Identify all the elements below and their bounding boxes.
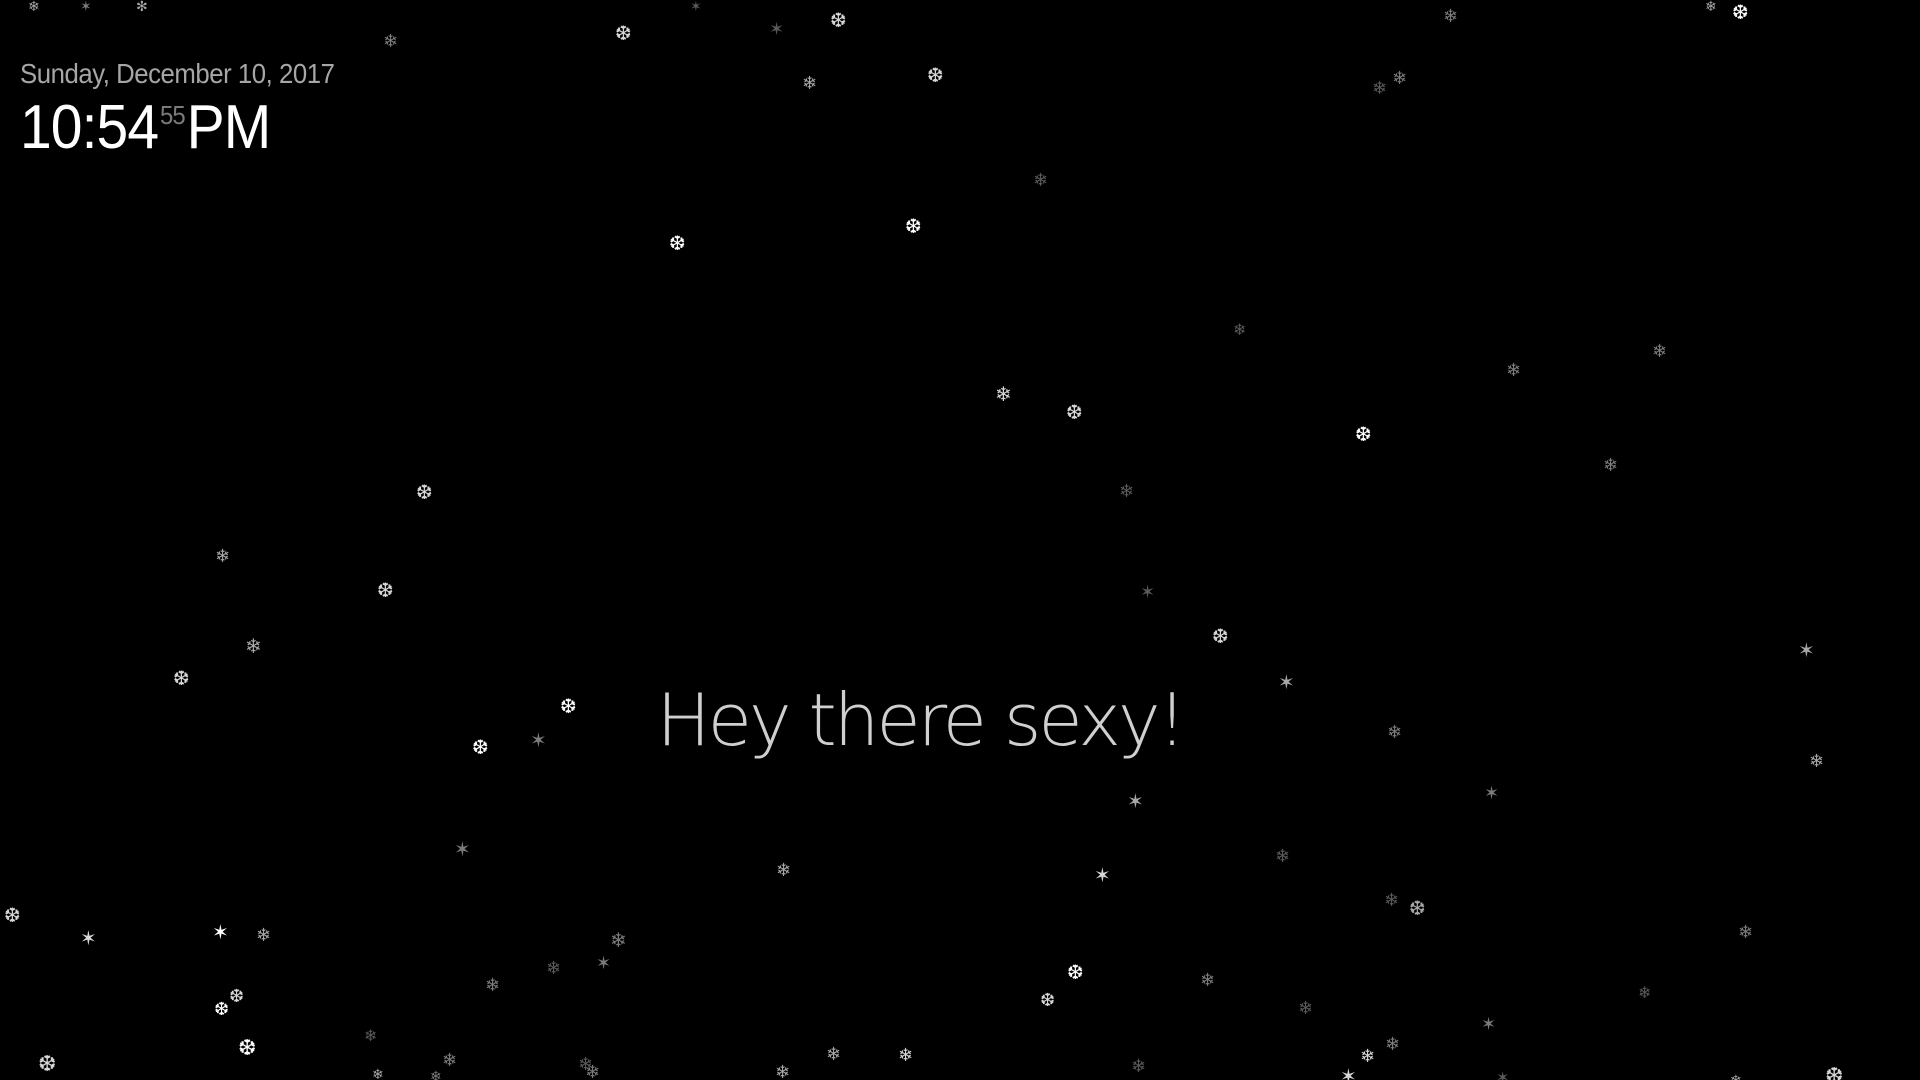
snowflake-icon: ✶ — [80, 0, 92, 15]
snowflake-icon: ❄ — [383, 31, 399, 52]
snowflake-icon: ✶ — [1140, 582, 1156, 603]
snowflake-icon: ✶ — [1496, 1068, 1510, 1080]
snowflake-icon: ❄ — [776, 860, 792, 881]
snowflake-icon: ❄ — [364, 1026, 378, 1045]
snowflake-icon: ❆ — [377, 578, 394, 602]
snowflake-icon: ✶ — [80, 926, 97, 950]
snowflake-icon: ❄ — [372, 1067, 384, 1080]
snowflake-icon: ❄ — [1443, 6, 1459, 27]
clock-date: Sunday, December 10, 2017 — [20, 58, 335, 89]
clock-period: PM — [186, 93, 272, 162]
snowflake-icon: ❆ — [38, 1052, 57, 1077]
snowflake-icon: ❄ — [1200, 970, 1216, 991]
snowflake-icon: ❄ — [1738, 922, 1754, 943]
snowflake-icon: ✻ — [136, 0, 148, 15]
snowflake-icon: ✶ — [1798, 638, 1815, 662]
snowflake-icon: ❄ — [1384, 890, 1400, 911]
snowflake-icon: ❄ — [1638, 983, 1652, 1002]
snowflake-icon: ❆ — [1067, 960, 1084, 984]
snowflake-icon: ✶ — [212, 920, 229, 944]
snowflake-icon: ❆ — [1825, 1064, 1844, 1080]
snowflake-icon: ❆ — [416, 480, 433, 504]
snowflake-icon: ❄ — [215, 546, 231, 567]
snowflake-icon: ❄ — [442, 1050, 458, 1071]
snowflake-icon: ❄ — [610, 928, 627, 952]
snowflake-icon: ❄ — [1360, 1046, 1376, 1067]
clock-module: Sunday, December 10, 2017 10:5455PM — [20, 58, 362, 163]
snowflake-icon: ❆ — [927, 63, 944, 87]
snowflake-icon: ✶ — [1340, 1064, 1357, 1080]
snowflake-icon: ❆ — [1212, 624, 1229, 648]
snowflake-icon: ❆ — [1409, 896, 1426, 920]
snowflake-icon: ❄ — [485, 975, 501, 996]
snowflake-icon: ❄ — [1392, 68, 1408, 89]
snowflake-icon: ❄ — [1131, 1056, 1147, 1077]
snowflake-icon: ❄ — [1372, 78, 1388, 99]
snowflake-icon: ✶ — [454, 837, 471, 861]
clock-seconds: 55 — [159, 100, 186, 130]
snowflake-icon: ❄ — [898, 1045, 914, 1066]
snowflake-icon: ❄ — [1298, 998, 1314, 1019]
snowflake-icon: ❆ — [830, 8, 847, 32]
snowflake-icon: ❆ — [4, 903, 21, 927]
snowflake-icon: ❆ — [1355, 422, 1372, 446]
clock-time: 10:5455PM — [20, 92, 335, 163]
snowflake-icon: ❆ — [1732, 0, 1749, 24]
snowflake-icon: ✶ — [1094, 863, 1111, 887]
snowflake-icon: ❄ — [245, 634, 262, 658]
snowflake-icon: ❆ — [1040, 990, 1056, 1011]
snowflake-icon: ❄ — [1730, 1074, 1742, 1080]
snowflake-icon: ❄ — [28, 0, 40, 15]
snowflake-icon: ❄ — [826, 1044, 842, 1065]
snowflake-icon: ✶ — [1127, 789, 1144, 813]
snowflake-icon: ✶ — [769, 19, 785, 40]
mirror-screen: ❄ ✶ ✻ ✶ ❄ ❄ ❆ ✶ ❆ ❄ ❆ ❄ ❆ ❄ ❄ ❄ ❆ ❆ ❄ ❄ ❄ ❄ ❆ ❆ ❄ ❆ ❄ ❄ ❆ ✶ ❆ ✶ ✶ ❄ ❆ ❆ ✶ ❆ ❄ ❄… — [0, 0, 1920, 1080]
snowflake-icon: ❄ — [1506, 360, 1522, 381]
snowflake-icon: ❄ — [1233, 320, 1247, 339]
snowflake-icon: ✶ — [1484, 783, 1500, 804]
snowflake-icon: ❄ — [1603, 455, 1619, 476]
snowflake-icon: ❆ — [905, 214, 922, 238]
snowflake-icon: ❆ — [669, 231, 686, 255]
snowflake-icon: ❄ — [546, 958, 562, 979]
snowflake-icon: ❄ — [1119, 481, 1135, 502]
snowflake-icon: ✶ — [596, 953, 612, 974]
snowflake-icon: ❄ — [995, 382, 1012, 406]
snowflake-icon: ❆ — [229, 986, 245, 1007]
snowflake-icon: ❄ — [1705, 0, 1717, 15]
snowflake-icon: ❄ — [585, 1062, 601, 1080]
snowflake-icon: ❄ — [256, 925, 272, 946]
snowflake-icon: ❄ — [1652, 341, 1668, 362]
clock-hours-minutes: 10:54 — [20, 93, 159, 162]
snowflake-icon: ❄ — [802, 73, 818, 94]
snowflake-icon: ❆ — [214, 999, 230, 1020]
snowflake-icon: ✶ — [1481, 1014, 1497, 1035]
snowflake-icon: ❆ — [1066, 400, 1083, 424]
snowflake-icon: ❄ — [1275, 846, 1291, 867]
snowflake-icon: ❆ — [615, 21, 632, 45]
snowflake-icon: ❄ — [430, 1069, 442, 1080]
snowflake-icon: ❄ — [1033, 170, 1049, 191]
snowflake-icon: ❆ — [238, 1036, 257, 1061]
compliment-text: Hey there sexy! — [656, 678, 1187, 762]
snowflake-icon: ❄ — [775, 1062, 791, 1080]
snowflake-icon: ❄ — [1385, 1034, 1401, 1055]
snowflake-icon: ✶ — [690, 0, 702, 15]
